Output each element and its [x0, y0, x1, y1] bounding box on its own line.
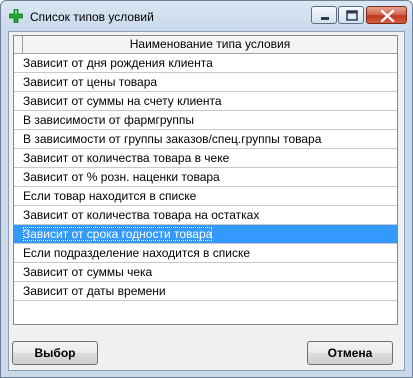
condition-type-cell: В зависимости от фармгруппы [23, 113, 194, 127]
dialog-client-area: Наименование типа условия Зависит от дня… [8, 31, 405, 371]
condition-type-cell: Зависит от даты времени [23, 284, 166, 298]
condition-type-cell: В зависимости от группы заказов/спец.гру… [23, 132, 322, 146]
condition-type-cell: Зависит от цены товара [23, 75, 158, 89]
table-row[interactable]: Зависит от даты времени [14, 282, 397, 301]
select-button[interactable]: Выбор [12, 341, 98, 365]
row-indicator-header [14, 36, 23, 53]
close-icon [380, 9, 395, 23]
green-cross-icon [8, 8, 24, 24]
maximize-button[interactable] [338, 6, 364, 24]
condition-type-cell: Зависит от срока годности товара [23, 227, 213, 241]
condition-type-cell: Зависит от дня рождения клиента [23, 56, 213, 70]
table-row[interactable]: Зависит от суммы чека [14, 263, 397, 282]
table-row[interactable]: Зависит от дня рождения клиента [14, 54, 397, 73]
condition-type-cell: Зависит от суммы на счету клиента [23, 94, 222, 108]
table-row[interactable]: Зависит от суммы на счету клиента [14, 92, 397, 111]
grid-header: Наименование типа условия [14, 36, 397, 54]
maximize-icon [346, 10, 358, 21]
title-bar[interactable]: Список типов условий [1, 1, 412, 31]
table-row[interactable]: В зависимости от группы заказов/спец.гру… [14, 130, 397, 149]
minimize-button[interactable] [311, 6, 337, 24]
condition-type-cell: Если подразделение находится в списке [23, 246, 251, 260]
condition-type-cell: Зависит от суммы чека [23, 265, 153, 279]
condition-type-cell: Зависит от % розн. наценки товара [23, 170, 220, 184]
condition-type-cell: Зависит от количества товара в чеке [23, 151, 230, 165]
table-row[interactable]: Зависит от количества товара на остатках [14, 206, 397, 225]
cancel-button[interactable]: Отмена [307, 341, 393, 365]
condition-type-cell: Зависит от количества товара на остатках [23, 208, 260, 222]
close-button[interactable] [366, 6, 407, 24]
grid-rows: Зависит от дня рождения клиента Зависит о… [14, 54, 397, 301]
table-row[interactable]: В зависимости от фармгруппы [14, 111, 397, 130]
table-row[interactable]: Зависит от срока годности товара [14, 225, 397, 244]
table-row[interactable]: Зависит от % розн. наценки товара [14, 168, 397, 187]
column-header-name[interactable]: Наименование типа условия [23, 36, 397, 53]
table-row[interactable]: Если подразделение находится в списке [14, 244, 397, 263]
window-title: Список типов условий [30, 10, 154, 24]
dialog-window: Список типов условий Наименование типа у… [0, 0, 413, 378]
table-row[interactable]: Зависит от цены товара [14, 73, 397, 92]
minimize-icon [321, 17, 329, 20]
condition-types-grid[interactable]: Наименование типа условия Зависит от дня… [13, 35, 398, 325]
table-row[interactable]: Если товар находится в списке [14, 187, 397, 206]
condition-type-cell: Если товар находится в списке [23, 189, 197, 203]
table-row[interactable]: Зависит от количества товара в чеке [14, 149, 397, 168]
